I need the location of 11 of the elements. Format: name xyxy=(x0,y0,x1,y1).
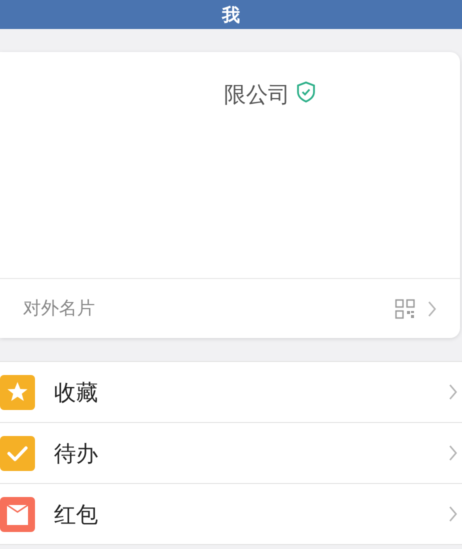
business-card-row[interactable]: 对外名片 xyxy=(0,278,460,338)
chevron-right-icon xyxy=(448,505,458,523)
menu-item[interactable]: 收藏 xyxy=(0,362,462,423)
menu-item[interactable]: 待办 xyxy=(0,423,462,484)
qr-code-icon xyxy=(395,298,415,318)
chevron-right-icon xyxy=(448,444,458,462)
page-title: 我 xyxy=(222,6,240,24)
menu-item[interactable]: 红包 xyxy=(0,484,462,545)
company-name: 限公司 xyxy=(224,81,290,109)
chevron-right-icon xyxy=(427,300,437,318)
chevron-right-icon xyxy=(448,383,458,401)
